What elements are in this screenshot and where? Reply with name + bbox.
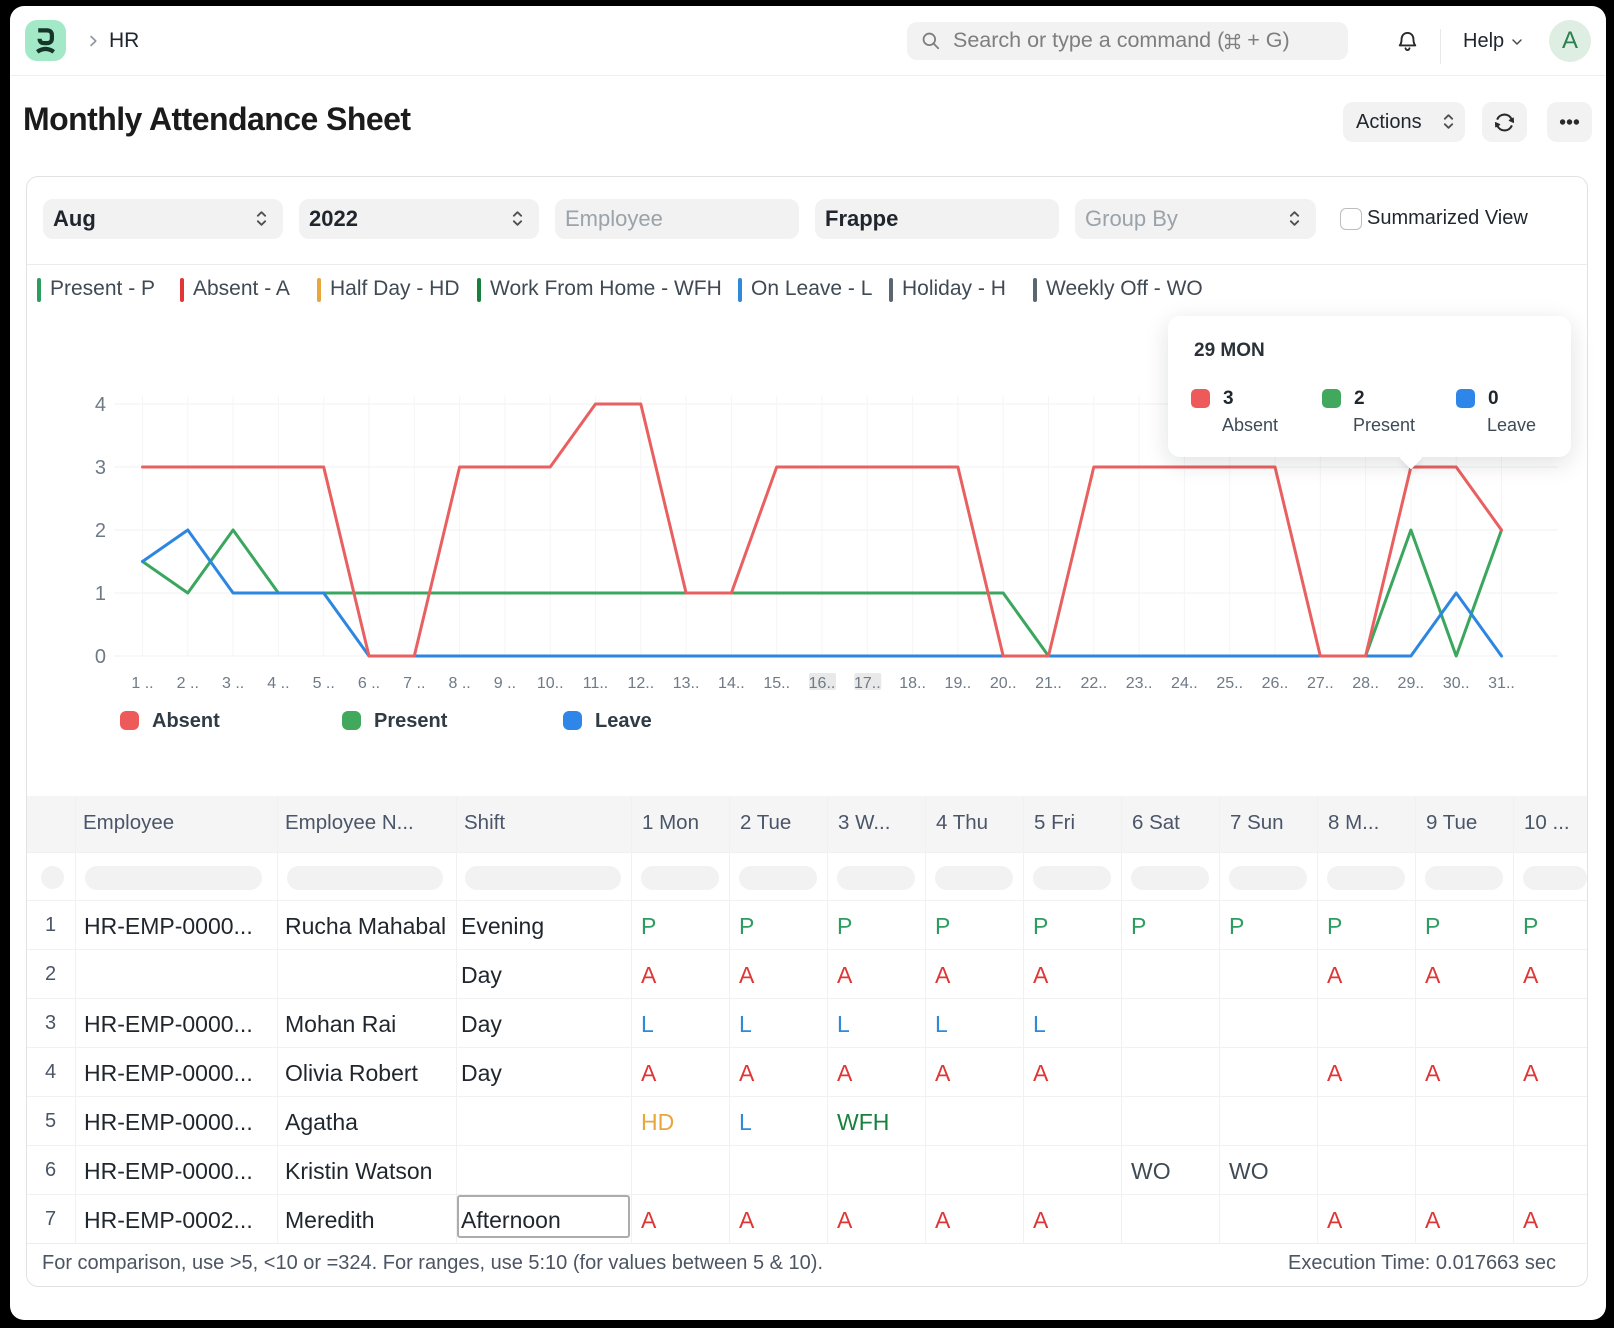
- svg-text:16..: 16..: [809, 675, 836, 692]
- svg-text:7 ..: 7 ..: [403, 675, 425, 692]
- svg-text:30..: 30..: [1443, 675, 1470, 692]
- svg-text:10..: 10..: [537, 675, 564, 692]
- svg-text:15..: 15..: [763, 675, 790, 692]
- svg-text:11..: 11..: [583, 675, 609, 692]
- svg-text:3 ..: 3 ..: [222, 675, 244, 692]
- svg-text:4 ..: 4 ..: [267, 675, 289, 692]
- svg-text:12..: 12..: [627, 675, 654, 692]
- svg-text:4: 4: [95, 394, 106, 416]
- svg-text:31..: 31..: [1488, 675, 1515, 692]
- svg-text:17..: 17..: [854, 675, 881, 692]
- svg-text:1: 1: [95, 583, 106, 605]
- svg-text:22..: 22..: [1080, 675, 1107, 692]
- svg-text:5 ..: 5 ..: [313, 675, 335, 692]
- svg-text:2 ..: 2 ..: [177, 675, 199, 692]
- svg-text:26..: 26..: [1262, 675, 1289, 692]
- svg-text:2: 2: [95, 520, 106, 542]
- svg-text:3: 3: [95, 457, 106, 479]
- svg-text:8 ..: 8 ..: [448, 675, 470, 692]
- svg-text:25..: 25..: [1216, 675, 1243, 692]
- svg-text:19..: 19..: [945, 675, 972, 692]
- svg-text:23..: 23..: [1126, 675, 1153, 692]
- svg-text:0: 0: [95, 646, 106, 668]
- svg-text:21..: 21..: [1035, 675, 1062, 692]
- svg-text:18..: 18..: [899, 675, 926, 692]
- svg-text:24..: 24..: [1171, 675, 1198, 692]
- svg-text:20..: 20..: [990, 675, 1017, 692]
- svg-text:28..: 28..: [1352, 675, 1379, 692]
- svg-text:27..: 27..: [1307, 675, 1334, 692]
- svg-text:1 ..: 1 ..: [131, 675, 153, 692]
- svg-text:9 ..: 9 ..: [494, 675, 516, 692]
- svg-text:29..: 29..: [1398, 675, 1425, 692]
- svg-text:13..: 13..: [673, 675, 700, 692]
- svg-text:14..: 14..: [718, 675, 745, 692]
- svg-text:6 ..: 6 ..: [358, 675, 380, 692]
